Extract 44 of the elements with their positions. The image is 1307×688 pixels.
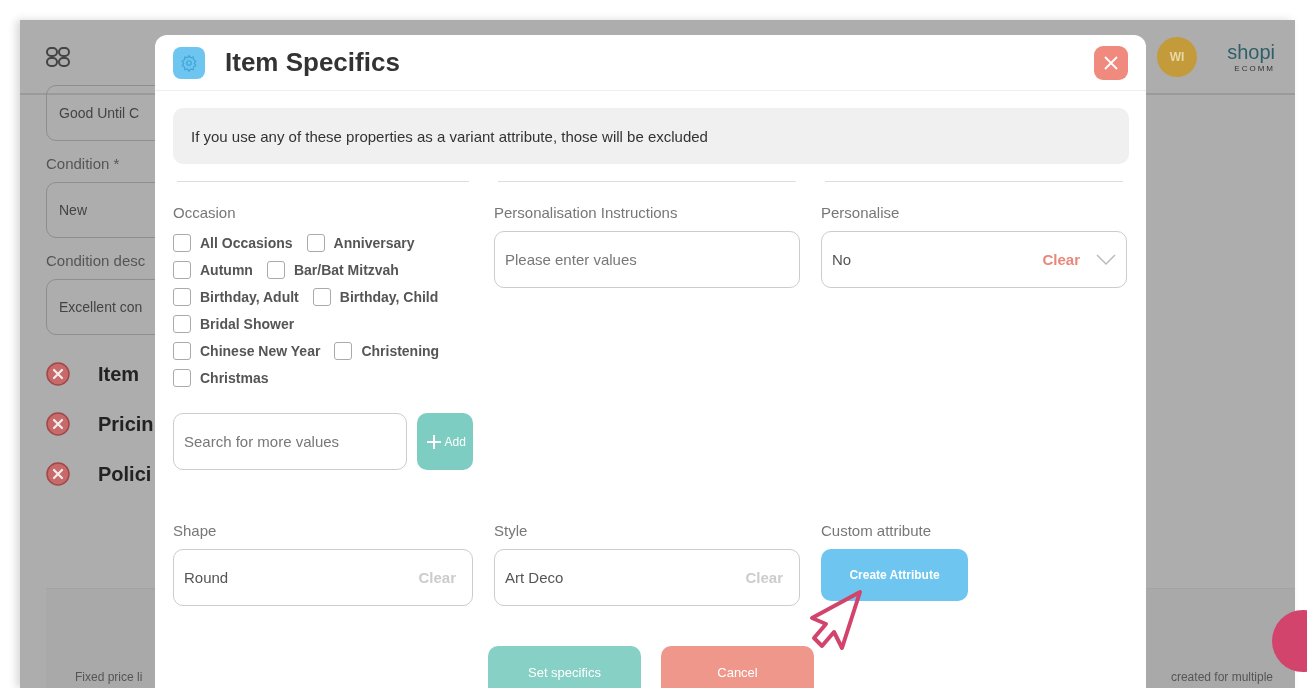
checkbox[interactable]: [334, 341, 353, 360]
checkbox[interactable]: [173, 314, 191, 333]
chevron-down-icon[interactable]: [1096, 253, 1116, 266]
footer-text: created for multiple: [1170, 670, 1273, 684]
field-label: Personalisation Instructions: [494, 204, 679, 221]
settings-icon: [173, 46, 205, 79]
checkbox[interactable]: [266, 260, 285, 279]
field-label: Personalise: [821, 204, 901, 221]
checkbox[interactable]: [173, 233, 191, 252]
select-field[interactable]: No Clear: [821, 231, 1127, 288]
field-label: Custom attribute: [821, 522, 933, 539]
info-notice: If you use any of these properties as a variant attribute, those will be excluded: [173, 108, 1129, 164]
section-title: Item: [98, 362, 140, 386]
checkbox[interactable]: [306, 233, 325, 252]
section-title: Polici: [98, 462, 152, 486]
field-label: Style: [494, 522, 529, 539]
error-icon: [46, 462, 70, 486]
error-icon: [46, 362, 70, 386]
checkbox-option[interactable]: Autumn: [173, 260, 253, 279]
error-icon: [46, 412, 70, 436]
section-title: Pricin: [98, 412, 154, 436]
field-label: Condition desc: [46, 252, 146, 269]
checkbox-option[interactable]: Birthday, Child: [312, 287, 439, 306]
checkbox[interactable]: [173, 341, 191, 360]
checkbox-option[interactable]: Bar/Bat Mitzvah: [266, 260, 399, 279]
checkbox[interactable]: [173, 368, 191, 387]
checkbox-option[interactable]: Christening: [334, 341, 440, 360]
text-field[interactable]: Please enter values: [494, 231, 800, 288]
field-label: Shape: [173, 522, 218, 539]
checkbox-option[interactable]: Anniversary: [306, 233, 415, 252]
footer-text: Fixed price li: [75, 670, 143, 684]
search-field[interactable]: Search for more values: [173, 413, 408, 470]
grid-menu-icon[interactable]: [45, 45, 71, 68]
dialog-title: Item Specifics: [225, 47, 401, 78]
close-icon[interactable]: [1103, 54, 1119, 71]
checkbox-option[interactable]: Chinese New Year: [173, 341, 321, 360]
field-label: Condition *: [46, 155, 120, 172]
close-button[interactable]: [1094, 45, 1128, 80]
checkbox[interactable]: [312, 287, 331, 306]
checkbox[interactable]: [173, 260, 191, 279]
checkbox[interactable]: [173, 287, 191, 306]
plus-icon[interactable]: [424, 432, 443, 451]
checkbox-option[interactable]: Christmas: [173, 368, 269, 387]
brand-logo: shopi ECOMM: [1226, 40, 1275, 73]
